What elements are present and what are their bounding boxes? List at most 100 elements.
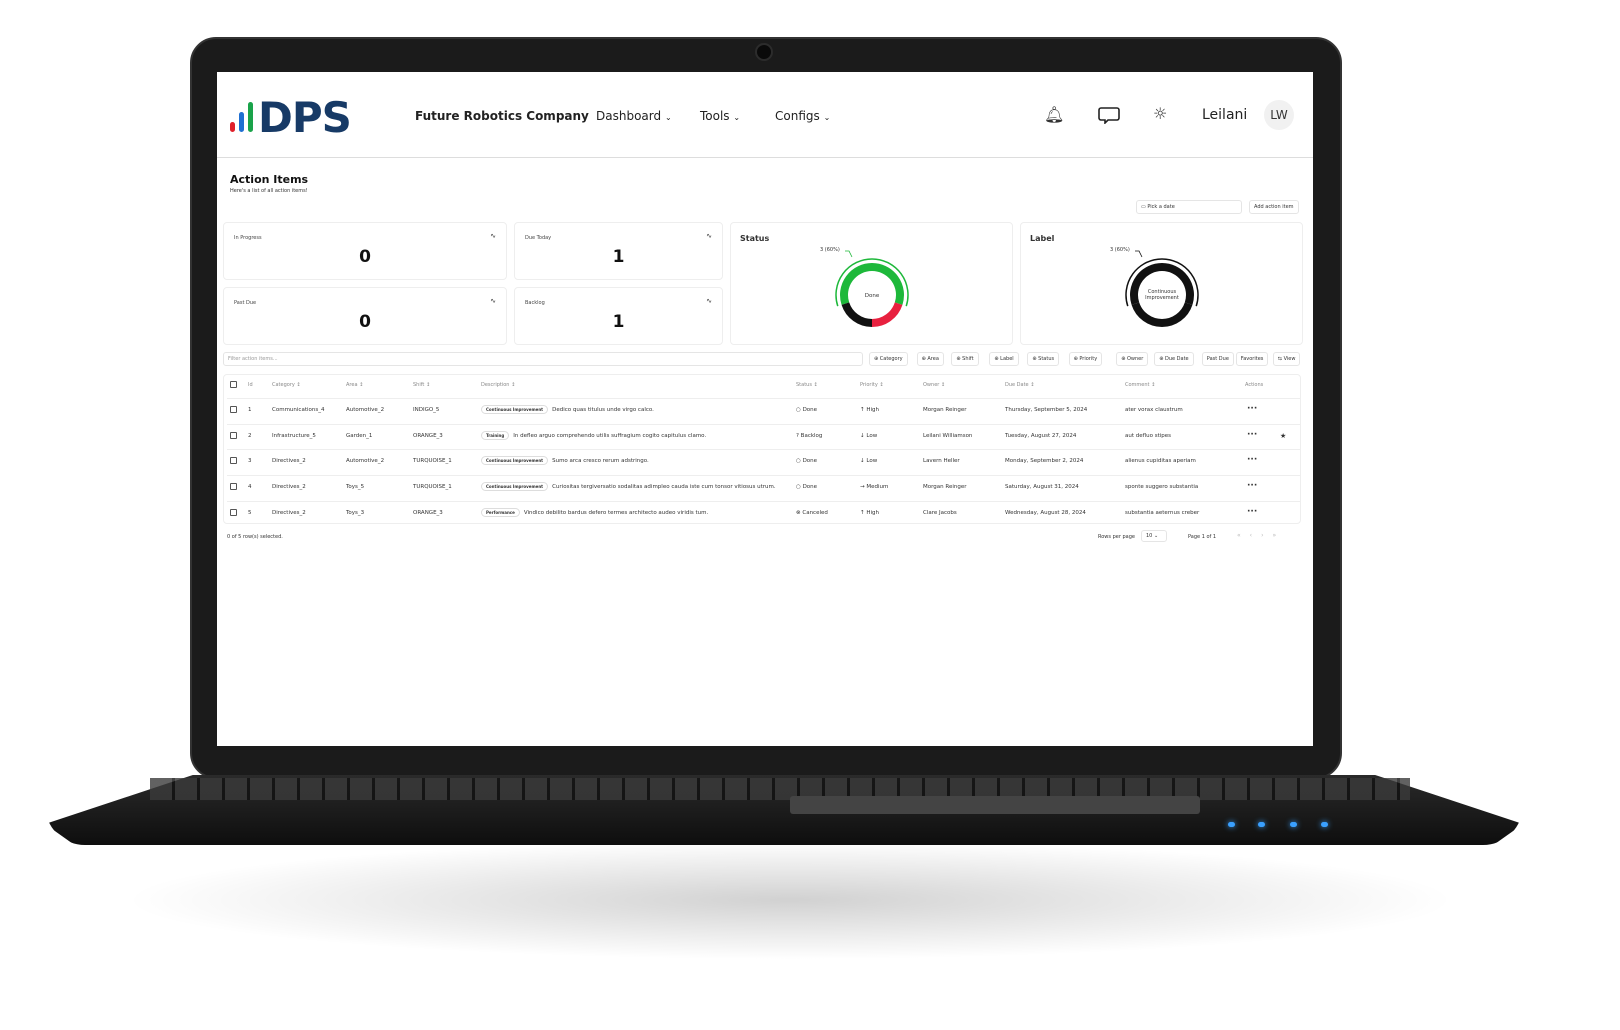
label-chart-card: Label 3 (60%) Continuous Improvement — [1020, 222, 1303, 345]
activity-icon: ∿ — [490, 297, 496, 305]
row-actions-menu-icon[interactable]: ··· — [1247, 507, 1257, 517]
nav-configs[interactable]: Configs ⌄ — [775, 109, 830, 123]
status-icon: ○ — [796, 484, 801, 491]
description-cell: Performance Vindico debilito bardus defer… — [481, 507, 709, 517]
favorite-star-icon[interactable]: ★ — [1280, 432, 1286, 440]
past-due-toggle[interactable]: Past Due — [1201, 352, 1234, 366]
add-action-item-button[interactable]: Add action item — [1249, 200, 1299, 214]
status-chart-card: Status 3 (60%) Done — [730, 222, 1013, 345]
column-header-due-date[interactable]: Due Date ↕ — [1005, 382, 1034, 388]
chevron-down-icon: ⌄ — [664, 113, 672, 122]
row-actions-menu-icon[interactable]: ··· — [1247, 481, 1257, 491]
shift-cell: ORANGE_3 — [413, 509, 443, 516]
column-header-description[interactable]: Description ↕ — [481, 382, 515, 388]
label-badge: Continuous Improvement — [481, 405, 549, 414]
column-header-category[interactable]: Category ↕ — [272, 382, 301, 388]
last-page-button[interactable]: » — [1272, 532, 1285, 539]
sort-icon: ↕ — [877, 382, 884, 388]
owner-cell: Clare Jacobs — [923, 509, 957, 516]
column-header-comment[interactable]: Comment ↕ — [1125, 382, 1155, 388]
row-actions-menu-icon[interactable]: ··· — [1247, 430, 1257, 440]
priority-cell: ↓ Low — [860, 458, 877, 464]
due-cell: Monday, September 2, 2024 — [1005, 458, 1084, 465]
filter-status-button[interactable]: ⊕ Status — [1027, 352, 1060, 366]
next-page-button[interactable]: › — [1261, 532, 1272, 539]
column-header-area[interactable]: Area ↕ — [346, 382, 363, 388]
logo[interactable]: DPS — [230, 93, 375, 142]
priority-arrow-icon: ↑ — [860, 509, 865, 516]
favorites-toggle[interactable]: Favorites — [1235, 352, 1269, 366]
nav-tools[interactable]: Tools ⌄ — [700, 109, 740, 123]
filter-input[interactable]: Filter action items... — [223, 352, 863, 366]
donut-slice-performance[interactable] — [1131, 302, 1163, 327]
status-text: Done — [802, 484, 818, 491]
filter-category-button[interactable]: ⊕ Category — [869, 352, 908, 366]
message-icon[interactable] — [1098, 106, 1120, 126]
area-cell: Toys_3 — [346, 509, 365, 516]
view-button[interactable]: ⇆ View — [1272, 352, 1301, 366]
column-header-priority[interactable]: Priority ↕ — [860, 382, 884, 388]
select-all-checkbox[interactable] — [230, 381, 237, 388]
stat-label: Backlog — [525, 300, 545, 306]
led — [1228, 822, 1235, 827]
rows-per-page-select[interactable]: 10 ⌄ — [1141, 530, 1167, 542]
status-text: Done — [802, 458, 818, 465]
description-text: Vindico debilito bardus defero termes ar… — [523, 509, 709, 516]
filter-due-date-button[interactable]: ⊕ Due Date — [1154, 352, 1194, 366]
status-icon: ○ — [796, 458, 801, 465]
donut-slice-backlog[interactable] — [841, 302, 873, 327]
bell-icon[interactable]: 🔔︎ — [1044, 105, 1064, 124]
priority-arrow-icon: → — [860, 484, 865, 491]
due-cell: Tuesday, August 27, 2024 — [1005, 432, 1077, 439]
filter-label: Due Date — [1164, 356, 1189, 362]
row-checkbox[interactable] — [230, 431, 237, 439]
column-header-id: Id — [248, 382, 253, 388]
date-picker-label: Pick a date — [1147, 204, 1175, 210]
priority-arrow-icon: ↓ — [860, 458, 865, 465]
filter-shift-button[interactable]: ⊕ Shift — [951, 352, 979, 366]
filter-label: Owner — [1126, 356, 1144, 362]
webcam — [755, 43, 773, 61]
date-picker[interactable]: ▭ Pick a date — [1136, 200, 1242, 214]
row-checkbox[interactable] — [230, 483, 237, 491]
donut-slice-canceled[interactable] — [871, 302, 903, 327]
touchpad — [790, 796, 1200, 814]
first-page-button[interactable]: « — [1237, 532, 1250, 539]
filter-label-button[interactable]: ⊕ Label — [989, 352, 1019, 366]
row-checkbox[interactable] — [230, 457, 237, 465]
stat-card-past-due: Past Due ∿ 0 — [223, 287, 507, 345]
row-checkbox[interactable] — [230, 508, 237, 516]
shift-cell: TURQUOISE_1 — [413, 484, 452, 491]
priority-text: High — [866, 509, 880, 516]
filter-label: Label — [1000, 356, 1014, 362]
company-name: Future Robotics Company — [415, 109, 589, 123]
filter-area-button[interactable]: ⊕ Area — [916, 352, 944, 366]
row-actions-menu-icon[interactable]: ··· — [1247, 455, 1257, 465]
column-header-shift[interactable]: Shift ↕ — [413, 382, 430, 388]
label-donut — [1125, 250, 1199, 327]
description-text: Sumo arca cresco rerum adstringo. — [552, 458, 649, 465]
comment-cell: aut defluo stipes — [1125, 432, 1171, 439]
priority-arrow-icon: ↑ — [860, 407, 865, 413]
row-actions-menu-icon[interactable]: ··· — [1247, 404, 1257, 414]
nav-label: Configs — [775, 109, 820, 123]
filter-priority-button[interactable]: ⊕ Priority — [1068, 352, 1103, 366]
area-cell: Garden_1 — [346, 432, 373, 439]
column-header-status[interactable]: Status ↕ — [796, 382, 818, 388]
prev-page-button[interactable]: ‹ — [1250, 532, 1261, 539]
column-header-owner[interactable]: Owner ↕ — [923, 382, 945, 388]
top-nav: DPS Future Robotics Company Dashboard ⌄ … — [217, 72, 1313, 158]
description-text: Curiositas tergiversatio sodalitas adimp… — [552, 484, 776, 491]
avatar[interactable]: LW — [1264, 100, 1294, 130]
row-checkbox[interactable] — [230, 406, 237, 413]
shift-cell: ORANGE_3 — [413, 432, 443, 439]
filter-owner-button[interactable]: ⊕ Owner — [1116, 352, 1149, 366]
donut-slice-training[interactable] — [1161, 302, 1193, 327]
status-donut — [835, 250, 909, 327]
sun-icon[interactable]: ☼ — [1153, 104, 1167, 123]
id-cell: 1 — [248, 407, 252, 413]
nav-dashboard[interactable]: Dashboard ⌄ — [596, 109, 672, 123]
due-cell: Thursday, September 5, 2024 — [1005, 407, 1088, 413]
sort-icon: ↕ — [294, 382, 301, 388]
label-badge: Continuous Improvement — [481, 456, 549, 466]
